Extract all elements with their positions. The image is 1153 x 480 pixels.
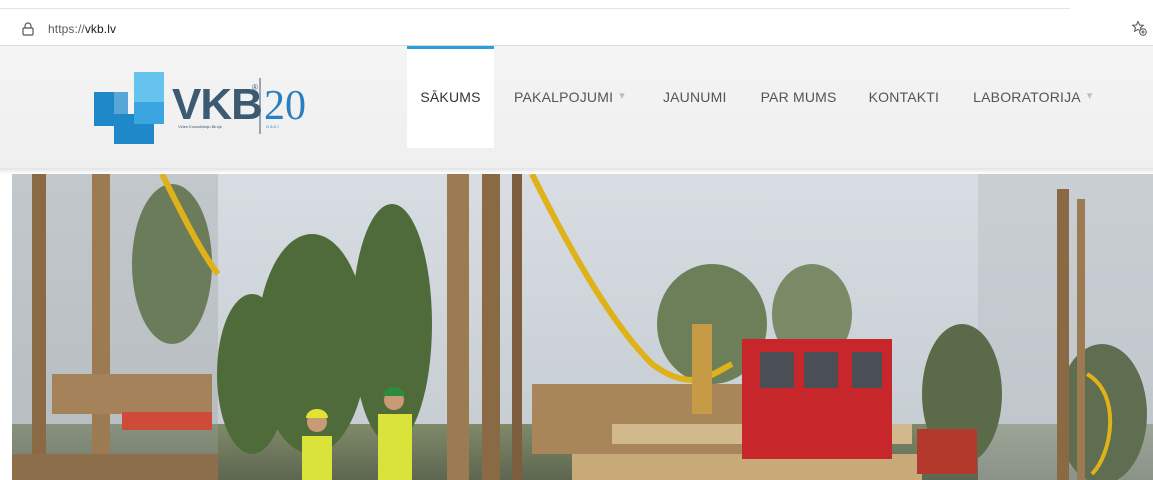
chevron-down-icon: ▾ — [1086, 90, 1093, 102]
svg-text:®: ® — [252, 83, 258, 92]
nav-item-pakalpojumi[interactable]: PAKALPOJUMI ▾ — [514, 46, 625, 148]
nav-item-label: LABORATORIJA — [973, 89, 1081, 105]
vkb-logo[interactable]: VKB ® 20 Vides Konsultāciju Birojs G A D… — [94, 72, 314, 144]
address-field[interactable]: https://vkb.lv — [48, 22, 116, 36]
star-icon[interactable] — [1131, 20, 1147, 36]
svg-text:20: 20 — [264, 83, 306, 129]
url-scheme: https:// — [48, 22, 85, 36]
nav-item-label: PAR MUMS — [760, 89, 837, 105]
nav-item-label: JAUNUMI — [662, 89, 727, 105]
drilling-rig-photo — [12, 174, 1153, 480]
main-navigation: SĀKUMS PAKALPOJUMI ▾ JAUNUMI PAR MUMS KON… — [407, 46, 1093, 148]
nav-item-label: PAKALPOJUMI — [514, 89, 614, 105]
nav-item-sakums[interactable]: SĀKUMS — [407, 46, 494, 148]
svg-text:VKB: VKB — [172, 80, 262, 129]
lock-icon[interactable] — [22, 22, 34, 36]
nav-item-kontakti[interactable]: KONTAKTI — [869, 46, 940, 148]
nav-item-jaunumi[interactable]: JAUNUMI — [663, 46, 727, 148]
chevron-down-icon: ▾ — [619, 90, 625, 102]
url-host: vkb.lv — [84, 22, 117, 36]
nav-item-laboratorija[interactable]: LABORATORIJA ▾ — [973, 46, 1092, 148]
nav-item-par-mums[interactable]: PAR MUMS — [761, 46, 837, 148]
toolbar-divider — [0, 8, 1070, 9]
browser-address-bar: https://vkb.lv — [0, 0, 1153, 46]
site-header: VKB ® 20 Vides Konsultāciju Birojs G A D… — [0, 46, 1153, 170]
hero-image — [12, 174, 1153, 480]
svg-text:G A D I: G A D I — [266, 124, 279, 129]
nav-item-label: SĀKUMS — [420, 89, 481, 105]
svg-text:Vides Konsultāciju Birojs: Vides Konsultāciju Birojs — [178, 124, 222, 129]
nav-item-label: KONTAKTI — [868, 89, 940, 105]
